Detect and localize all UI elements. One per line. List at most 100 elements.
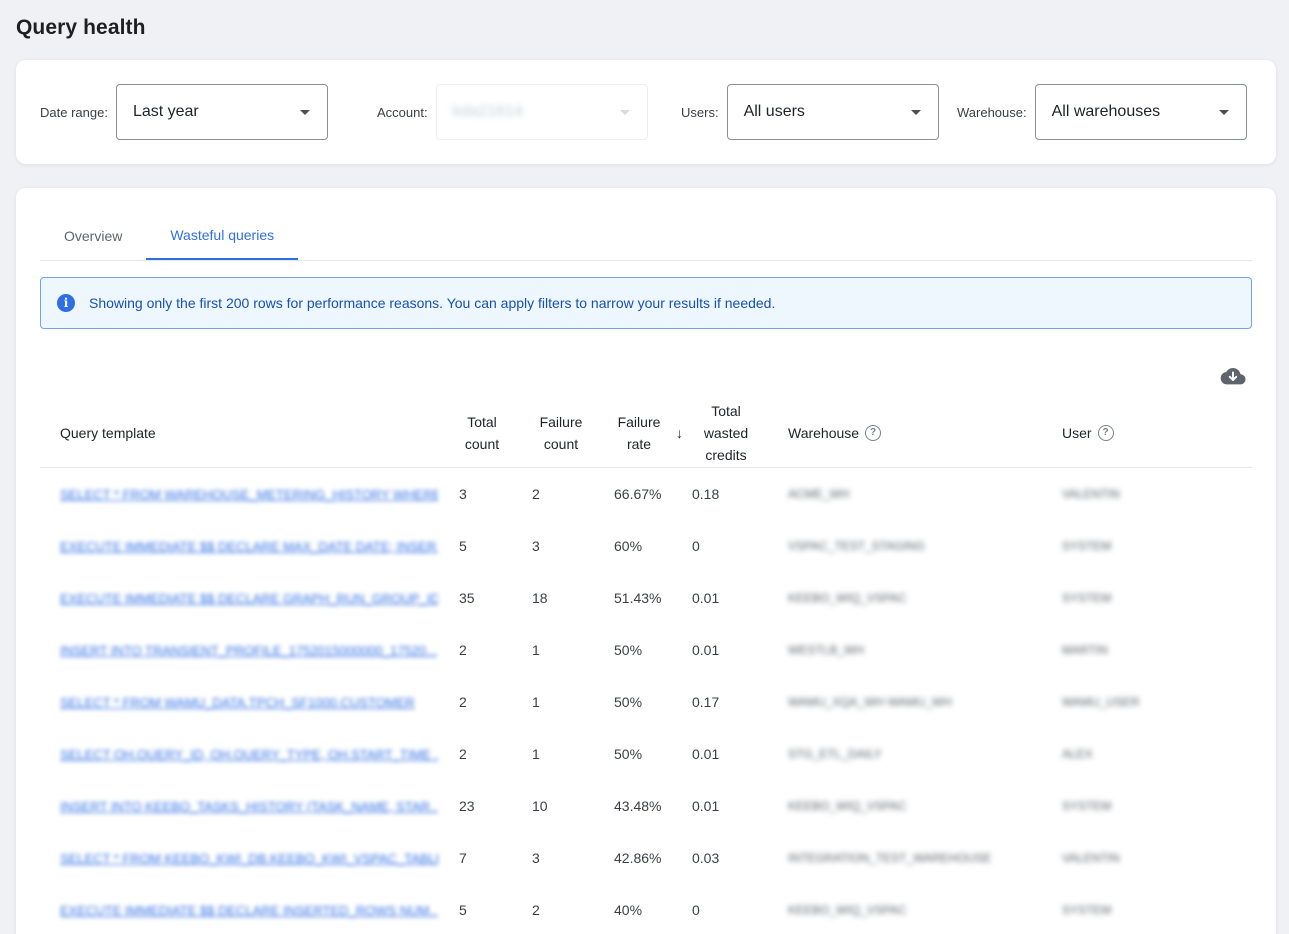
failure-rate-cell: 50% [614, 694, 643, 710]
tab-bar: Overview Wasteful queries [40, 212, 1252, 261]
failure-count-cell: 2 [532, 902, 540, 918]
table-row: EXECUTE IMMEDIATE $$ DECLARE INSERTED_RO… [40, 884, 1252, 934]
date-range-value: Last year [132, 103, 199, 120]
wasteful-queries-table: Query template Total count Failure count… [40, 398, 1252, 934]
query-template-link[interactable]: SELECT QH.QUERY_ID, QH.QUERY_TYPE, QH.ST… [60, 728, 438, 780]
warehouse-label: Warehouse: [957, 104, 1027, 120]
failure-count-cell: 3 [532, 850, 540, 866]
wasted-credits-cell: 0 [692, 902, 700, 918]
date-range-label: Date range: [40, 104, 108, 120]
table-header: Query template Total count Failure count… [40, 398, 1252, 468]
date-range-filter: Date range: Last year [40, 84, 328, 140]
wasted-credits-cell: 0.03 [692, 850, 720, 866]
header-total-count[interactable]: Total count [452, 398, 512, 468]
user-cell: MARTIN [1062, 643, 1108, 657]
user-cell: SYSTEM [1062, 539, 1112, 553]
chevron-down-icon [1218, 110, 1229, 115]
total-count-cell: 2 [459, 642, 467, 658]
table-row: INSERT INTO TRANSIENT_PROFILE_1752015000… [40, 624, 1252, 676]
total-count-cell: 5 [459, 902, 467, 918]
page-title: Query health [16, 16, 146, 39]
account-filter: Account: kda21614 [377, 84, 648, 140]
help-icon[interactable]: ? [865, 425, 882, 441]
failure-rate-cell: 50% [614, 642, 643, 658]
chevron-down-icon [299, 110, 310, 115]
chevron-down-icon [910, 110, 921, 115]
users-filter: Users: All users [681, 84, 939, 140]
failure-count-cell: 2 [532, 486, 540, 502]
header-user[interactable]: User ? [1062, 398, 1114, 468]
wasted-credits-cell: 0.01 [692, 642, 720, 658]
header-failure-rate-label: Failure rate [617, 414, 661, 452]
users-select[interactable]: All users [726, 84, 939, 140]
warehouse-cell: INTEGRATION_TEST_WAREHOUSE [788, 851, 992, 865]
warehouse-cell: KEEBO_WIQ_VSPAC [788, 903, 907, 917]
query-template-link[interactable]: SELECT * FROM WAMU_DATA.TPCH_SF1000.CUST… [60, 676, 438, 728]
query-template-link[interactable]: SELECT * FROM WAREHOUSE_METERING_HISTORY… [60, 468, 438, 520]
arrow-down-icon[interactable]: ↓ [676, 422, 683, 444]
info-banner-text: Showing only the first 200 rows for perf… [89, 295, 776, 311]
failure-rate-cell: 43.48% [614, 798, 662, 814]
table-row: INSERT INTO KEEBO_TASKS_HISTORY (TASK_NA… [40, 780, 1252, 832]
header-total-wasted-credits[interactable]: Total wasted credits [694, 398, 758, 468]
header-warehouse[interactable]: Warehouse ? [788, 398, 882, 468]
failure-count-cell: 1 [532, 746, 540, 762]
failure-rate-cell: 42.86% [614, 850, 662, 866]
header-query-template[interactable]: Query template [60, 398, 156, 468]
query-template-link[interactable]: SELECT * FROM KEEBO_KWI_DB.KEEBO_KWI_VSP… [60, 832, 438, 884]
user-cell: SYSTEM [1062, 799, 1112, 813]
header-failure-count[interactable]: Failure count [531, 398, 591, 468]
warehouse-cell: ACME_WH [788, 487, 850, 501]
total-count-cell: 23 [459, 798, 475, 814]
wasted-credits-cell: 0.01 [692, 590, 720, 606]
cloud-download-icon[interactable] [1220, 366, 1246, 386]
tab-overview[interactable]: Overview [40, 212, 146, 260]
total-count-cell: 5 [459, 538, 467, 554]
query-template-link[interactable]: EXECUTE IMMEDIATE $$ DECLARE GRAPH_RUN_G… [60, 572, 438, 624]
wasted-credits-cell: 0.01 [692, 798, 720, 814]
query-template-link[interactable]: INSERT INTO KEEBO_TASKS_HISTORY (TASK_NA… [60, 780, 438, 832]
total-count-cell: 2 [459, 746, 467, 762]
failure-count-cell: 18 [532, 590, 548, 606]
tab-wasteful-queries[interactable]: Wasteful queries [146, 212, 299, 260]
table-row: SELECT * FROM WAREHOUSE_METERING_HISTORY… [40, 468, 1252, 520]
help-icon[interactable]: ? [1097, 425, 1114, 441]
table-row: SELECT * FROM KEEBO_KWI_DB.KEEBO_KWI_VSP… [40, 832, 1252, 884]
filter-bar: Date range: Last year Account: kda21614 … [16, 60, 1276, 164]
user-cell: WAMU_USER [1062, 695, 1140, 709]
total-count-cell: 7 [459, 850, 467, 866]
warehouse-filter: Warehouse: All warehouses [957, 84, 1247, 140]
users-value: All users [743, 103, 805, 120]
failure-rate-cell: 50% [614, 746, 643, 762]
wasted-credits-cell: 0.01 [692, 746, 720, 762]
header-warehouse-label: Warehouse [788, 425, 860, 441]
table-row: EXECUTE IMMEDIATE $$ DECLARE MAX_DATE DA… [40, 520, 1252, 572]
main-card: Overview Wasteful queries i Showing only… [16, 188, 1276, 934]
warehouse-cell: WESTLB_WH [788, 643, 865, 657]
query-template-link[interactable]: EXECUTE IMMEDIATE $$ DECLARE INSERTED_RO… [60, 884, 438, 934]
warehouse-cell: KEEBO_WIQ_VSPAC [788, 799, 907, 813]
user-cell: SYSTEM [1062, 591, 1112, 605]
query-template-link[interactable]: EXECUTE IMMEDIATE $$ DECLARE MAX_DATE DA… [60, 520, 438, 572]
failure-rate-cell: 60% [614, 538, 643, 554]
date-range-select[interactable]: Last year [115, 84, 328, 140]
failure-rate-cell: 51.43% [614, 590, 662, 606]
user-cell: ALEX [1062, 747, 1093, 761]
table-row: SELECT * FROM WAMU_DATA.TPCH_SF1000.CUST… [40, 676, 1252, 728]
header-user-label: User [1062, 425, 1092, 441]
warehouse-value: All warehouses [1051, 103, 1161, 120]
total-count-cell: 2 [459, 694, 467, 710]
failure-rate-cell: 66.67% [614, 486, 662, 502]
warehouse-cell: KEEBO_WIQ_VSPAC [788, 591, 907, 605]
query-template-link[interactable]: INSERT INTO TRANSIENT_PROFILE_1752015000… [60, 624, 438, 676]
wasted-credits-cell: 0 [692, 538, 700, 554]
failure-count-cell: 3 [532, 538, 540, 554]
warehouse-select[interactable]: All warehouses [1034, 84, 1247, 140]
failure-rate-cell: 40% [614, 902, 643, 918]
info-banner: i Showing only the first 200 rows for pe… [40, 277, 1252, 329]
account-value: kda21614 [452, 103, 523, 120]
total-count-cell: 35 [459, 590, 475, 606]
header-failure-rate[interactable]: Failure rate ↓ [610, 398, 683, 468]
warehouse-cell: WAMU_XQA_WH WAMU_WH [788, 695, 952, 709]
users-label: Users: [681, 104, 719, 120]
